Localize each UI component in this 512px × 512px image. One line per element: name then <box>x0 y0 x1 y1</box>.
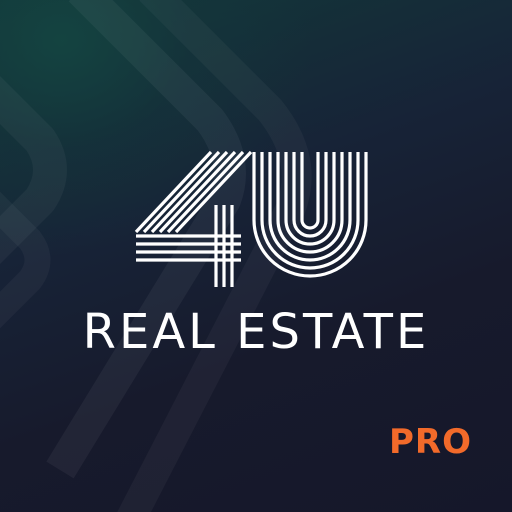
brand-name: REAL ESTATE <box>82 304 430 360</box>
pro-badge: PRO <box>388 422 472 462</box>
app-icon: 4U REAL ESTATE PRO <box>0 0 512 512</box>
